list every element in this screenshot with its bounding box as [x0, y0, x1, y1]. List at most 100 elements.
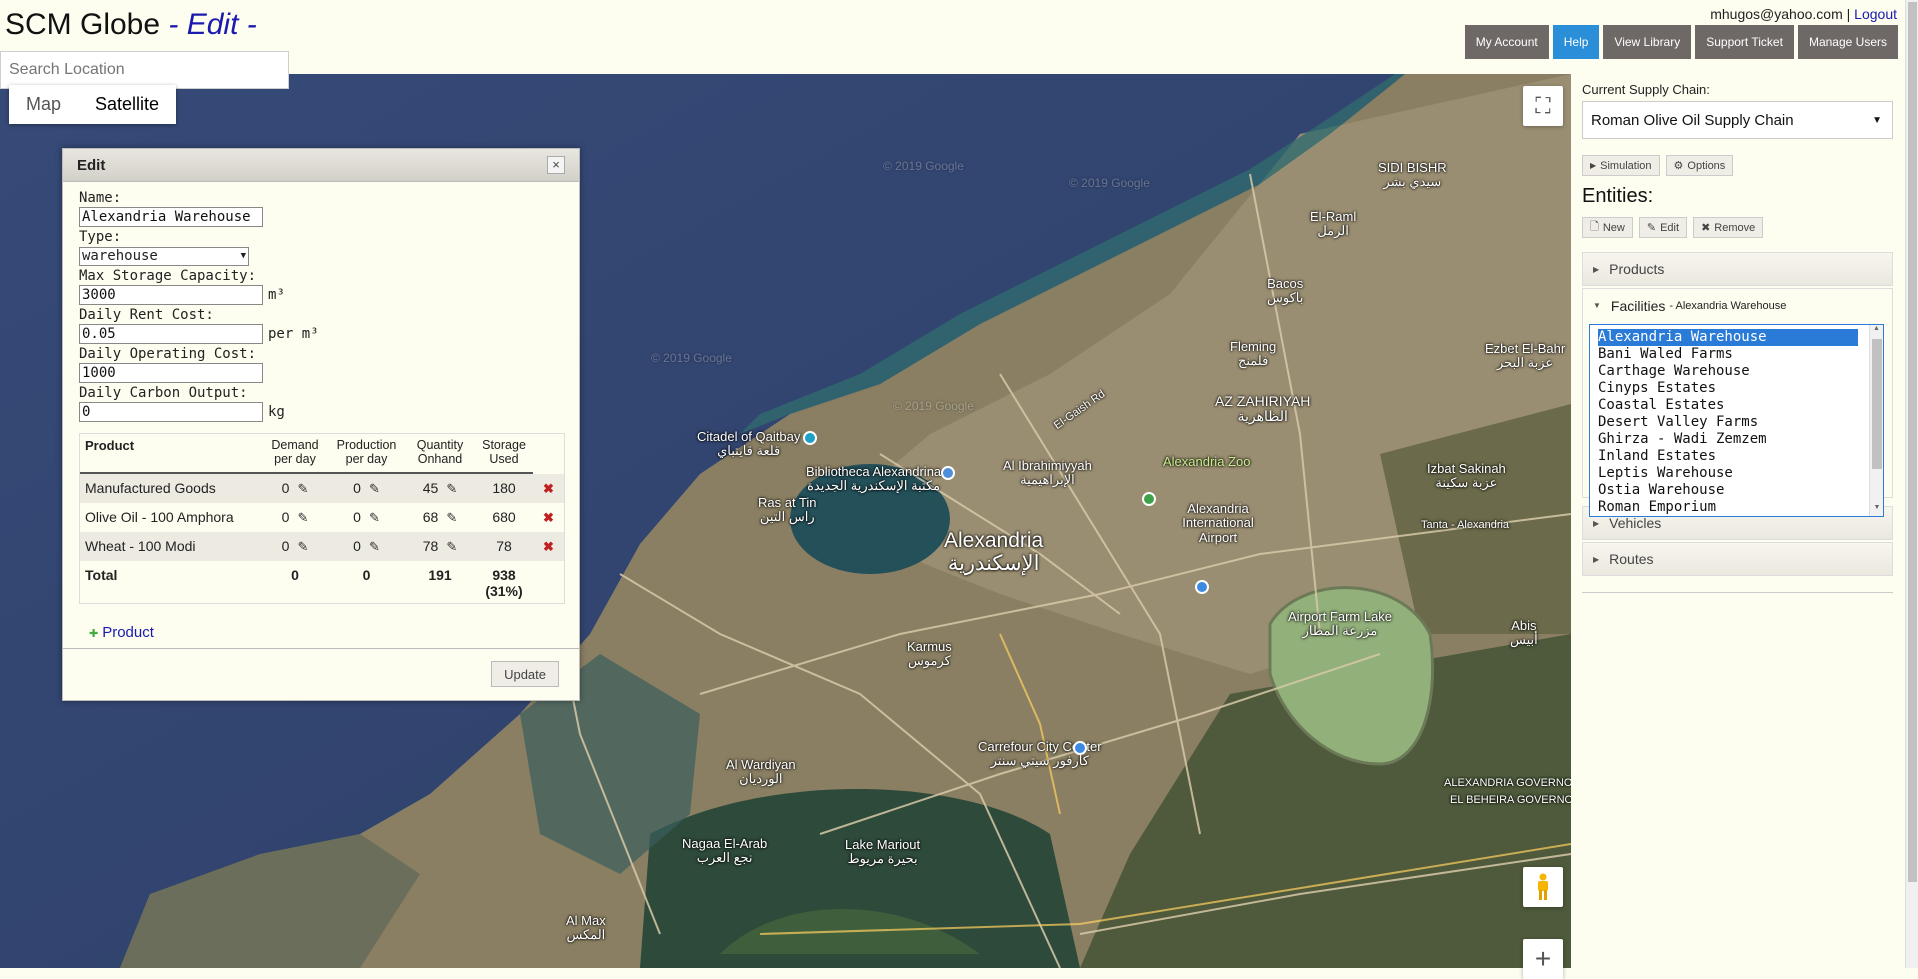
street-view-pegman-icon[interactable]	[1523, 867, 1563, 907]
type-select[interactable]: warehouse ▼	[79, 246, 249, 266]
logout-link[interactable]: Logout	[1854, 6, 1897, 22]
update-button[interactable]: Update	[491, 661, 559, 687]
map-type-map[interactable]: Map	[9, 85, 78, 124]
fullscreen-icon[interactable]: ⛶	[1523, 86, 1563, 126]
airport-pin-icon[interactable]	[1195, 580, 1209, 594]
edit-button[interactable]: ✎ Edit	[1638, 217, 1688, 238]
edit-quantity-pencil-icon[interactable]: ✎	[446, 539, 457, 555]
close-icon[interactable]: ×	[547, 156, 565, 174]
max-storage-field[interactable]	[79, 285, 263, 305]
current-supply-chain-label: Current Supply Chain:	[1582, 82, 1710, 97]
total-quantity: 191	[428, 567, 452, 583]
help-button[interactable]: Help	[1552, 25, 1600, 59]
col-demand: Demand per day	[271, 438, 319, 466]
production-value: 0	[353, 509, 361, 525]
citadel-pin-icon[interactable]	[803, 431, 817, 445]
zoo-pin-icon[interactable]	[1142, 492, 1156, 506]
supply-chain-value: Roman Olive Oil Supply Chain	[1591, 111, 1794, 129]
accordion-facilities[interactable]: ▼ Facilities - Alexandria Warehouse	[1582, 288, 1893, 322]
map-label-bibliotheca: Bibliotheca Alexandrina مكتبة الإسكندرية …	[806, 464, 942, 494]
name-field[interactable]	[79, 207, 263, 227]
quantity-value: 45	[422, 480, 439, 496]
new-button[interactable]: 🗋 New	[1582, 217, 1633, 238]
accordion-products[interactable]: ▶ Products	[1582, 252, 1893, 286]
storage-value: 180	[492, 480, 516, 496]
map-label-alex-gov: ALEXANDRIA GOVERNORA	[1444, 777, 1571, 789]
separator: |	[1846, 6, 1851, 22]
my-account-button[interactable]: My Account	[1464, 25, 1549, 59]
production-value: 0	[353, 480, 361, 496]
demand-value: 0	[281, 538, 290, 554]
facility-listbox[interactable]: Alexandria Warehouse Bani Waled Farms Ca…	[1589, 324, 1884, 517]
map-label-al-ibrahimiyyah: Al Ibrahimiyyah الإبراهيمية	[1003, 458, 1092, 488]
storage-value: 680	[492, 509, 516, 525]
edit-demand-pencil-icon[interactable]: ✎	[297, 510, 308, 526]
scroll-up-icon[interactable]: ▲	[1870, 325, 1883, 337]
product-name: Olive Oil - 100 Amphora	[85, 509, 234, 525]
support-ticket-button[interactable]: Support Ticket	[1695, 25, 1794, 59]
map-label-al-max: Al Max المكس	[566, 913, 606, 943]
list-item[interactable]: Coastal Estates	[1598, 397, 1858, 414]
map-label-nagaa: Nagaa El-Arab نجع العرب	[682, 836, 768, 866]
manage-users-button[interactable]: Manage Users	[1797, 25, 1898, 59]
delete-row-icon[interactable]: ✖	[543, 539, 554, 554]
max-storage-label: Max Storage Capacity:	[79, 268, 257, 284]
map-label-ras-el-tin: Ras at Tin راس التين	[758, 495, 817, 525]
type-label: Type:	[79, 229, 122, 245]
delete-row-icon[interactable]: ✖	[543, 481, 554, 496]
simulation-button[interactable]: ▶ Simulation	[1582, 155, 1660, 176]
list-item[interactable]: Inland Estates	[1598, 448, 1858, 465]
add-product-link[interactable]: ✚ Product	[89, 624, 563, 641]
opcost-field[interactable]	[79, 363, 263, 383]
list-item[interactable]: Carthage Warehouse	[1598, 363, 1858, 380]
edit-dialog: Edit × Name: Type: warehouse ▼ Max Stora…	[62, 148, 580, 701]
list-item[interactable]: Alexandria Warehouse	[1597, 328, 1859, 347]
map-watermark: © 2019 Google	[893, 399, 974, 413]
map-label-airport: Alexandria International Airport	[1182, 501, 1254, 545]
edit-dialog-header[interactable]: Edit ×	[63, 149, 579, 182]
edit-quantity-pencil-icon[interactable]: ✎	[446, 481, 457, 497]
map-type-satellite[interactable]: Satellite	[78, 85, 176, 124]
list-item[interactable]: Cinyps Estates	[1598, 380, 1858, 397]
list-item[interactable]: Bani Waled Farms	[1598, 346, 1858, 363]
mode-label: - Edit -	[168, 8, 257, 41]
listbox-scrollbar[interactable]: ▲ ▼	[1869, 325, 1883, 516]
supply-chain-select[interactable]: Roman Olive Oil Supply Chain ▼	[1582, 101, 1893, 139]
accordion-routes[interactable]: ▶ Routes	[1582, 542, 1893, 576]
library-pin-icon[interactable]	[941, 466, 955, 480]
quantity-value: 68	[422, 509, 439, 525]
options-button[interactable]: ⚙ Options	[1665, 155, 1734, 176]
map-label-el-raml: El-Raml الرمل	[1310, 209, 1357, 239]
edit-demand-pencil-icon[interactable]: ✎	[297, 481, 308, 497]
edit-production-pencil-icon[interactable]: ✎	[369, 539, 380, 555]
view-library-button[interactable]: View Library	[1603, 25, 1692, 59]
edit-quantity-pencil-icon[interactable]: ✎	[446, 510, 457, 526]
page-scroll-thumb[interactable]	[1908, 2, 1917, 882]
rent-field[interactable]	[79, 324, 263, 344]
plus-icon: ✚	[89, 628, 99, 640]
page-scrollbar[interactable]	[1905, 0, 1918, 968]
scroll-thumb[interactable]	[1872, 339, 1882, 469]
carbon-field[interactable]	[79, 402, 263, 422]
list-item[interactable]: Desert Valley Farms	[1598, 414, 1858, 431]
list-item[interactable]: Leptis Warehouse	[1598, 465, 1858, 482]
list-item[interactable]: Roman Emporium	[1598, 499, 1858, 516]
edit-production-pencil-icon[interactable]: ✎	[369, 510, 380, 526]
scroll-down-icon[interactable]: ▼	[1870, 504, 1883, 516]
top-nav: My Account Help View Library Support Tic…	[1464, 25, 1898, 59]
zoom-in-button[interactable]: +	[1523, 939, 1563, 979]
col-quantity: Quantity Onhand	[416, 438, 464, 466]
map-label-ezbet: Ezbet El-Bahr عزبة البحر	[1485, 341, 1566, 371]
table-row: Olive Oil - 100 Amphora 0 ✎ 0 ✎ 68 ✎ 680 ✖	[80, 503, 564, 532]
remove-button[interactable]: ✖ Remove	[1693, 217, 1764, 238]
search-location-input[interactable]	[0, 51, 289, 89]
shopping-pin-icon[interactable]	[1073, 741, 1087, 755]
list-item[interactable]: Ostia Warehouse	[1598, 482, 1858, 499]
edit-production-pencil-icon[interactable]: ✎	[369, 481, 380, 497]
delete-row-icon[interactable]: ✖	[543, 510, 554, 525]
product-table: Product Demand per day Production per day …	[79, 433, 565, 604]
demand-value: 0	[281, 509, 290, 525]
edit-demand-pencil-icon[interactable]: ✎	[297, 539, 308, 555]
pencil-icon: ✎	[1646, 222, 1657, 234]
list-item[interactable]: Ghirza - Wadi Zemzem	[1598, 431, 1858, 448]
